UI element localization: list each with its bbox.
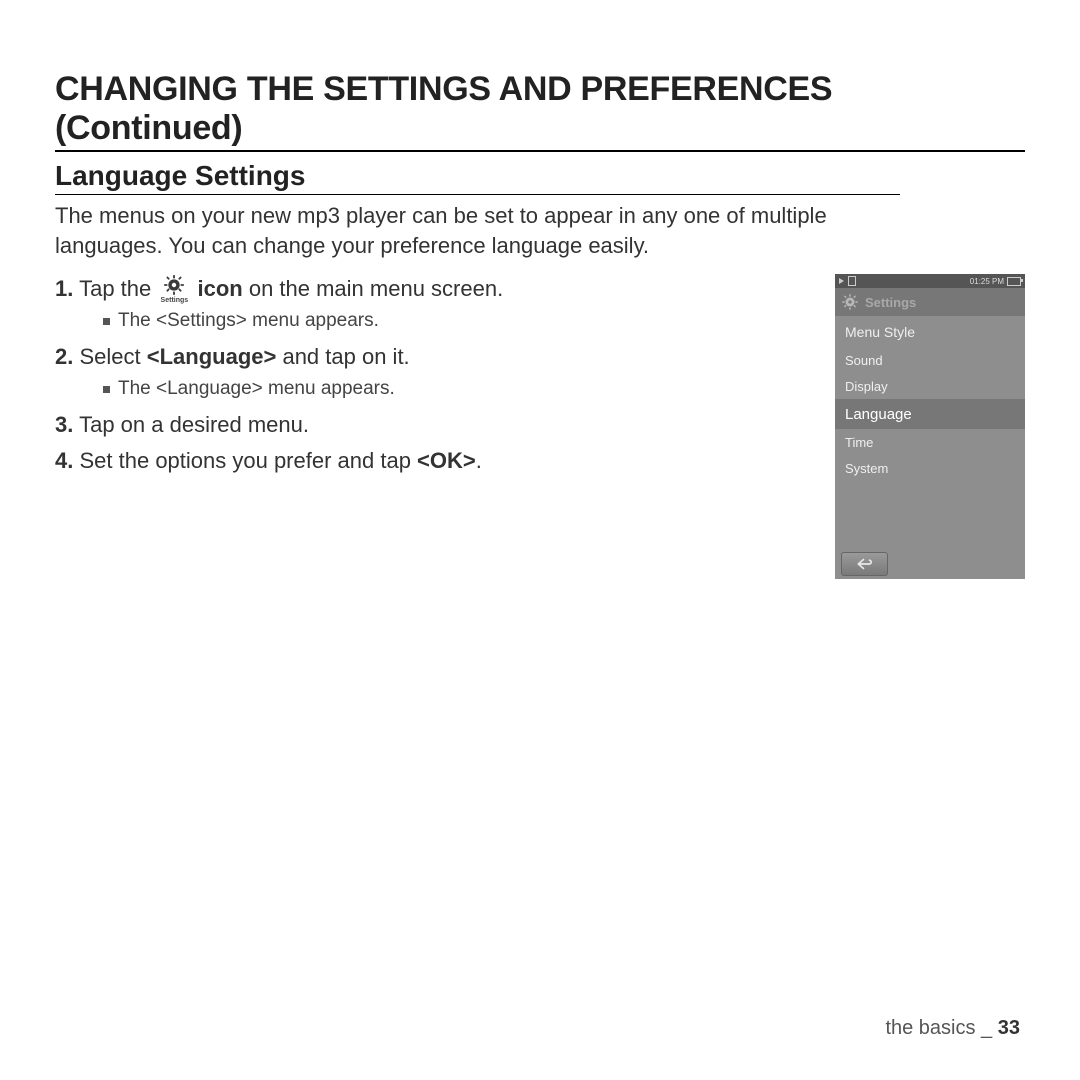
step-number: 3. — [55, 412, 73, 437]
footer-section: the basics — [885, 1017, 975, 1039]
step-3: 3. Tap on a desired menu. — [55, 410, 815, 440]
step-text: on the main menu screen. — [243, 276, 503, 301]
step-text: . — [476, 448, 482, 473]
step-text: Tap on a desired menu. — [79, 412, 309, 437]
step-2-sub: The <Language> menu appears. — [103, 378, 815, 400]
page-footer: the basics _ 33 — [885, 1017, 1020, 1040]
screen-title-bar: Settings — [835, 288, 1025, 316]
bullet-icon — [103, 386, 110, 393]
step-1-sub: The <Settings> menu appears. — [103, 310, 815, 332]
step-number: 2. — [55, 344, 73, 369]
menu-item-system[interactable]: System — [835, 455, 1025, 481]
section-heading: Language Settings — [55, 160, 900, 195]
step-text: and tap on it. — [276, 344, 409, 369]
menu-item-language[interactable]: Language — [835, 399, 1025, 429]
step-2: 2. Select <Language> and tap on it. — [55, 342, 815, 372]
play-icon — [839, 278, 844, 284]
settings-icon: Settings — [157, 274, 191, 304]
bottom-bar — [835, 549, 1025, 579]
footer-sep: _ — [976, 1017, 998, 1039]
back-arrow-icon — [856, 557, 874, 571]
settings-menu: Menu Style Sound Display Language Time S… — [835, 316, 1025, 481]
status-bar: 01:25 PM — [835, 274, 1025, 288]
menu-item-sound[interactable]: Sound — [835, 347, 1025, 373]
gear-icon — [841, 293, 859, 311]
icon-caption: Settings — [157, 297, 191, 304]
device-screenshot: 01:25 PM — [835, 274, 1025, 579]
status-indicator — [848, 276, 856, 286]
menu-item-menu-style[interactable]: Menu Style — [835, 316, 1025, 347]
page-heading: CHANGING THE SETTINGS AND PREFERENCES (C… — [55, 70, 1025, 152]
battery-icon — [1007, 277, 1021, 286]
step-text: Tap the — [79, 276, 157, 301]
steps-list: 1. Tap the — [55, 274, 835, 481]
page-number: 33 — [998, 1017, 1020, 1039]
step-text: Set the options you prefer and tap — [79, 448, 417, 473]
step-number: 1. — [55, 276, 73, 301]
step-4: 4. Set the options you prefer and tap <O… — [55, 446, 815, 476]
step-text-bold: icon — [197, 276, 242, 301]
clock-text: 01:25 PM — [970, 277, 1004, 286]
step-1: 1. Tap the — [55, 274, 815, 304]
menu-item-display[interactable]: Display — [835, 373, 1025, 399]
step-text: Select — [79, 344, 146, 369]
screen-title: Settings — [865, 295, 916, 310]
sub-text: The <Language> menu appears. — [118, 378, 395, 400]
intro-paragraph: The menus on your new mp3 player can be … — [55, 201, 900, 260]
menu-item-time[interactable]: Time — [835, 429, 1025, 455]
sub-text: The <Settings> menu appears. — [118, 310, 379, 332]
step-text-bold: <Language> — [147, 344, 277, 369]
bullet-icon — [103, 318, 110, 325]
step-number: 4. — [55, 448, 73, 473]
step-text-bold: <OK> — [417, 448, 476, 473]
back-button[interactable] — [841, 552, 888, 576]
